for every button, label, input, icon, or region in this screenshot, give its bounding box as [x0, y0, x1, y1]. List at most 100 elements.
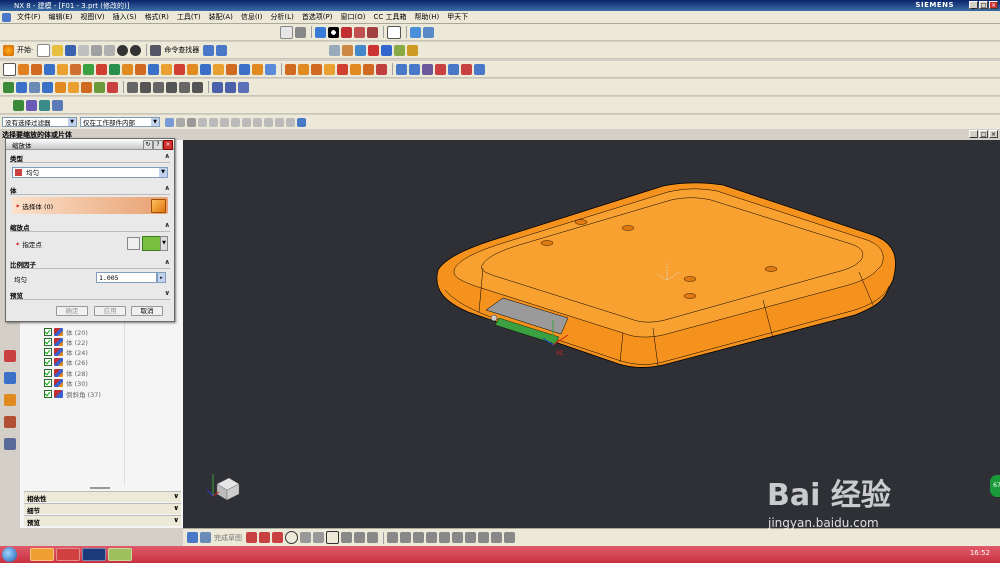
- doc-close-button[interactable]: ×: [989, 130, 998, 138]
- wave-icon[interactable]: [381, 44, 393, 56]
- surface-icon[interactable]: [396, 63, 407, 75]
- open-folder-icon[interactable]: [52, 44, 64, 56]
- finish-sketch-button[interactable]: 完成草图: [214, 533, 242, 543]
- mirror-curve-icon[interactable]: [426, 532, 437, 543]
- group-preview-header[interactable]: 预览 ∨: [10, 289, 170, 300]
- close-icon[interactable]: ×: [163, 140, 173, 150]
- tree-row[interactable]: 体 (24): [44, 347, 88, 357]
- reset-icon[interactable]: ↻: [143, 140, 153, 150]
- visibility-checkbox[interactable]: [44, 358, 52, 366]
- sync-replace-icon[interactable]: [324, 63, 335, 75]
- extend-surface-icon[interactable]: [474, 63, 485, 75]
- snap-icon[interactable]: [342, 44, 354, 56]
- trim-icon[interactable]: [387, 532, 398, 543]
- menu-jiatianxia[interactable]: 甲天下: [443, 12, 472, 22]
- paste-icon[interactable]: [104, 44, 116, 56]
- chevron-down-icon[interactable]: ▼: [160, 236, 168, 251]
- save-icon[interactable]: [65, 44, 77, 56]
- wire-cube-icon[interactable]: [367, 26, 378, 38]
- make-corner-icon[interactable]: [413, 532, 424, 543]
- menu-help[interactable]: 帮助(H): [411, 12, 444, 22]
- filter-icon[interactable]: [410, 26, 421, 38]
- menu-information[interactable]: 信息(I): [237, 12, 267, 22]
- menu-assembly[interactable]: 装配(A): [205, 12, 237, 22]
- group-scale-point-header[interactable]: 缩放点 ∧: [10, 221, 170, 232]
- system-materials-icon[interactable]: [4, 416, 16, 428]
- sync-offset-icon[interactable]: [311, 63, 322, 75]
- project-icon[interactable]: [81, 81, 92, 93]
- check-icon[interactable]: [13, 99, 24, 111]
- shell-icon[interactable]: [161, 63, 172, 75]
- rib-icon[interactable]: [83, 63, 94, 75]
- pencil-icon[interactable]: [407, 44, 419, 56]
- group-type-header[interactable]: 类型 ∧: [10, 152, 170, 163]
- n-sided-icon[interactable]: [461, 63, 472, 75]
- visibility-checkbox[interactable]: [44, 338, 52, 346]
- unsuppress-icon[interactable]: [179, 81, 190, 93]
- wizard-icon[interactable]: [52, 99, 63, 111]
- quadrant-icon[interactable]: [253, 117, 262, 127]
- menu-window[interactable]: 窗口(O): [337, 12, 370, 22]
- extend-icon[interactable]: [400, 532, 411, 543]
- select-body-row[interactable]: * 选择体 (0): [12, 197, 168, 214]
- minimize-button[interactable]: _: [969, 1, 978, 9]
- trim-body-icon[interactable]: [213, 63, 224, 75]
- offset-curve-icon[interactable]: [107, 81, 118, 93]
- edit-parameter-icon[interactable]: [140, 81, 151, 93]
- datum-csys-icon[interactable]: [42, 81, 53, 93]
- sync-move-icon[interactable]: [285, 63, 296, 75]
- visibility-checkbox[interactable]: [44, 328, 52, 336]
- ok-button[interactable]: 确定: [56, 306, 88, 316]
- visibility-checkbox[interactable]: [44, 379, 52, 387]
- taskbar-app-explorer[interactable]: [108, 548, 132, 561]
- apply-button[interactable]: 应用: [94, 306, 126, 316]
- specify-point-row[interactable]: * 指定点 ▼: [12, 235, 168, 251]
- cancel-button[interactable]: 取消: [131, 306, 163, 316]
- boss-icon[interactable]: [57, 63, 68, 75]
- mirror-icon[interactable]: [200, 63, 211, 75]
- undo-icon[interactable]: [117, 44, 129, 56]
- point-on-face-icon[interactable]: [286, 117, 295, 127]
- edge-cube-icon[interactable]: [354, 26, 365, 38]
- start-button[interactable]: 开始·: [17, 45, 33, 55]
- section-dependencies[interactable]: 相依性 ∨: [24, 491, 181, 503]
- intersection-icon[interactable]: [231, 117, 240, 127]
- dialog-title-bar[interactable]: 缩放体 ↻ ? ×: [6, 139, 174, 150]
- redo-icon[interactable]: [130, 44, 142, 56]
- sync-pull-icon[interactable]: [298, 63, 309, 75]
- sync-delete-icon[interactable]: [350, 63, 361, 75]
- control-point-icon[interactable]: [220, 117, 229, 127]
- draft-icon[interactable]: [174, 63, 185, 75]
- curvature-icon[interactable]: [238, 81, 249, 93]
- copy-icon[interactable]: [91, 44, 103, 56]
- revolve-icon[interactable]: [31, 63, 42, 75]
- tree-row[interactable]: 体 (26): [44, 357, 88, 367]
- datum-axis-icon[interactable]: [29, 81, 40, 93]
- select-icon[interactable]: [165, 117, 174, 127]
- factor-menu-icon[interactable]: ▸: [157, 272, 166, 283]
- offset-face-icon[interactable]: [239, 63, 250, 75]
- datum-plane-icon[interactable]: [16, 81, 27, 93]
- taskbar-app-firefox[interactable]: [30, 548, 54, 561]
- maximize-button[interactable]: □: [979, 1, 988, 9]
- menu-insert[interactable]: 插入(S): [109, 12, 141, 22]
- green-side-badge[interactable]: 67: [990, 475, 1000, 497]
- window-icon[interactable]: [203, 44, 215, 56]
- type-filter-combo[interactable]: 没有选择过滤器 ▼: [2, 117, 77, 127]
- taskbar-clock[interactable]: 16:52: [970, 549, 990, 557]
- select-body-cube-icon[interactable]: [151, 199, 166, 213]
- start-orb-icon[interactable]: [2, 547, 17, 562]
- new-file-icon[interactable]: [37, 43, 51, 57]
- sync-copy-icon[interactable]: [363, 63, 374, 75]
- menu-tools[interactable]: 工具(T): [173, 12, 205, 22]
- tree-row[interactable]: 体 (22): [44, 337, 88, 347]
- taskbar-app-photoshop[interactable]: [82, 548, 106, 561]
- relations-icon[interactable]: [504, 532, 515, 543]
- section-preview[interactable]: 预览 ∨: [24, 515, 181, 527]
- midpoint-icon[interactable]: [209, 117, 218, 127]
- uniform-factor-input[interactable]: [96, 272, 157, 283]
- taskbar-app-nx[interactable]: [56, 548, 80, 561]
- pad-icon[interactable]: [70, 63, 81, 75]
- background-icon[interactable]: [387, 25, 401, 39]
- sync-resize-icon[interactable]: [337, 63, 348, 75]
